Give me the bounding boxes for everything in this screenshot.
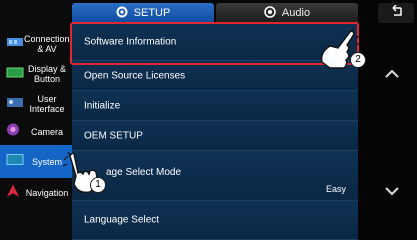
tab-setup[interactable]: SETUP [72,3,214,23]
sidebar-item-label: Display & Button [27,64,66,84]
sidebar-item-display-button[interactable]: Display & Button [0,59,72,89]
menu-item-label: Language Select [84,214,160,226]
menu-item-value: Easy [325,184,346,194]
menu-item-label: age Select Mode [106,167,182,178]
user-interface-icon [6,95,24,113]
speaker-icon [264,5,276,21]
navigation-icon [6,184,20,203]
sidebar-item-connections-av[interactable]: Connections & AV [0,29,75,59]
scroll-up-button[interactable] [378,60,406,88]
menu-item-language-select-mode[interactable]: age Select Mode Easy [72,151,358,201]
sidebar-item-label: User Interface [29,94,65,114]
back-arrow-icon [389,4,403,22]
connections-icon [6,35,24,53]
chevron-up-icon [385,65,399,83]
system-icon [6,152,24,171]
step-number-badge: 2 [350,52,366,68]
chevron-down-icon [385,183,399,201]
sidebar-item-label: Camera [30,127,63,137]
scroll-down-button[interactable] [378,178,406,206]
gear-icon [116,6,128,21]
menu-item-oem-setup[interactable]: OEM SETUP [72,121,358,151]
step-number-badge: 1 [90,177,106,193]
menu-item-label: Open Source Licenses [84,70,186,81]
tab-audio-label: Audio [281,7,311,19]
menu-item-label: OEM SETUP [84,130,143,141]
sidebar-item-camera[interactable]: Camera [0,117,72,147]
menu-item-language-select[interactable]: Language Select [72,201,358,240]
tab-audio[interactable]: Audio [216,3,358,23]
display-icon [6,65,24,83]
sidebar-item-label: Connections & AV [24,34,75,54]
sidebar: Connections & AV Display & Button User I… [0,0,75,240]
menu-item-label: Initialize [84,100,121,111]
camera-icon [6,123,20,142]
tab-setup-label: SETUP [133,7,171,19]
menu-item-initialize[interactable]: Initialize [72,91,358,121]
sidebar-item-user-interface[interactable]: User Interface [0,89,72,119]
screen: Connections & AV Display & Button User I… [0,0,417,240]
back-button[interactable] [378,3,414,23]
